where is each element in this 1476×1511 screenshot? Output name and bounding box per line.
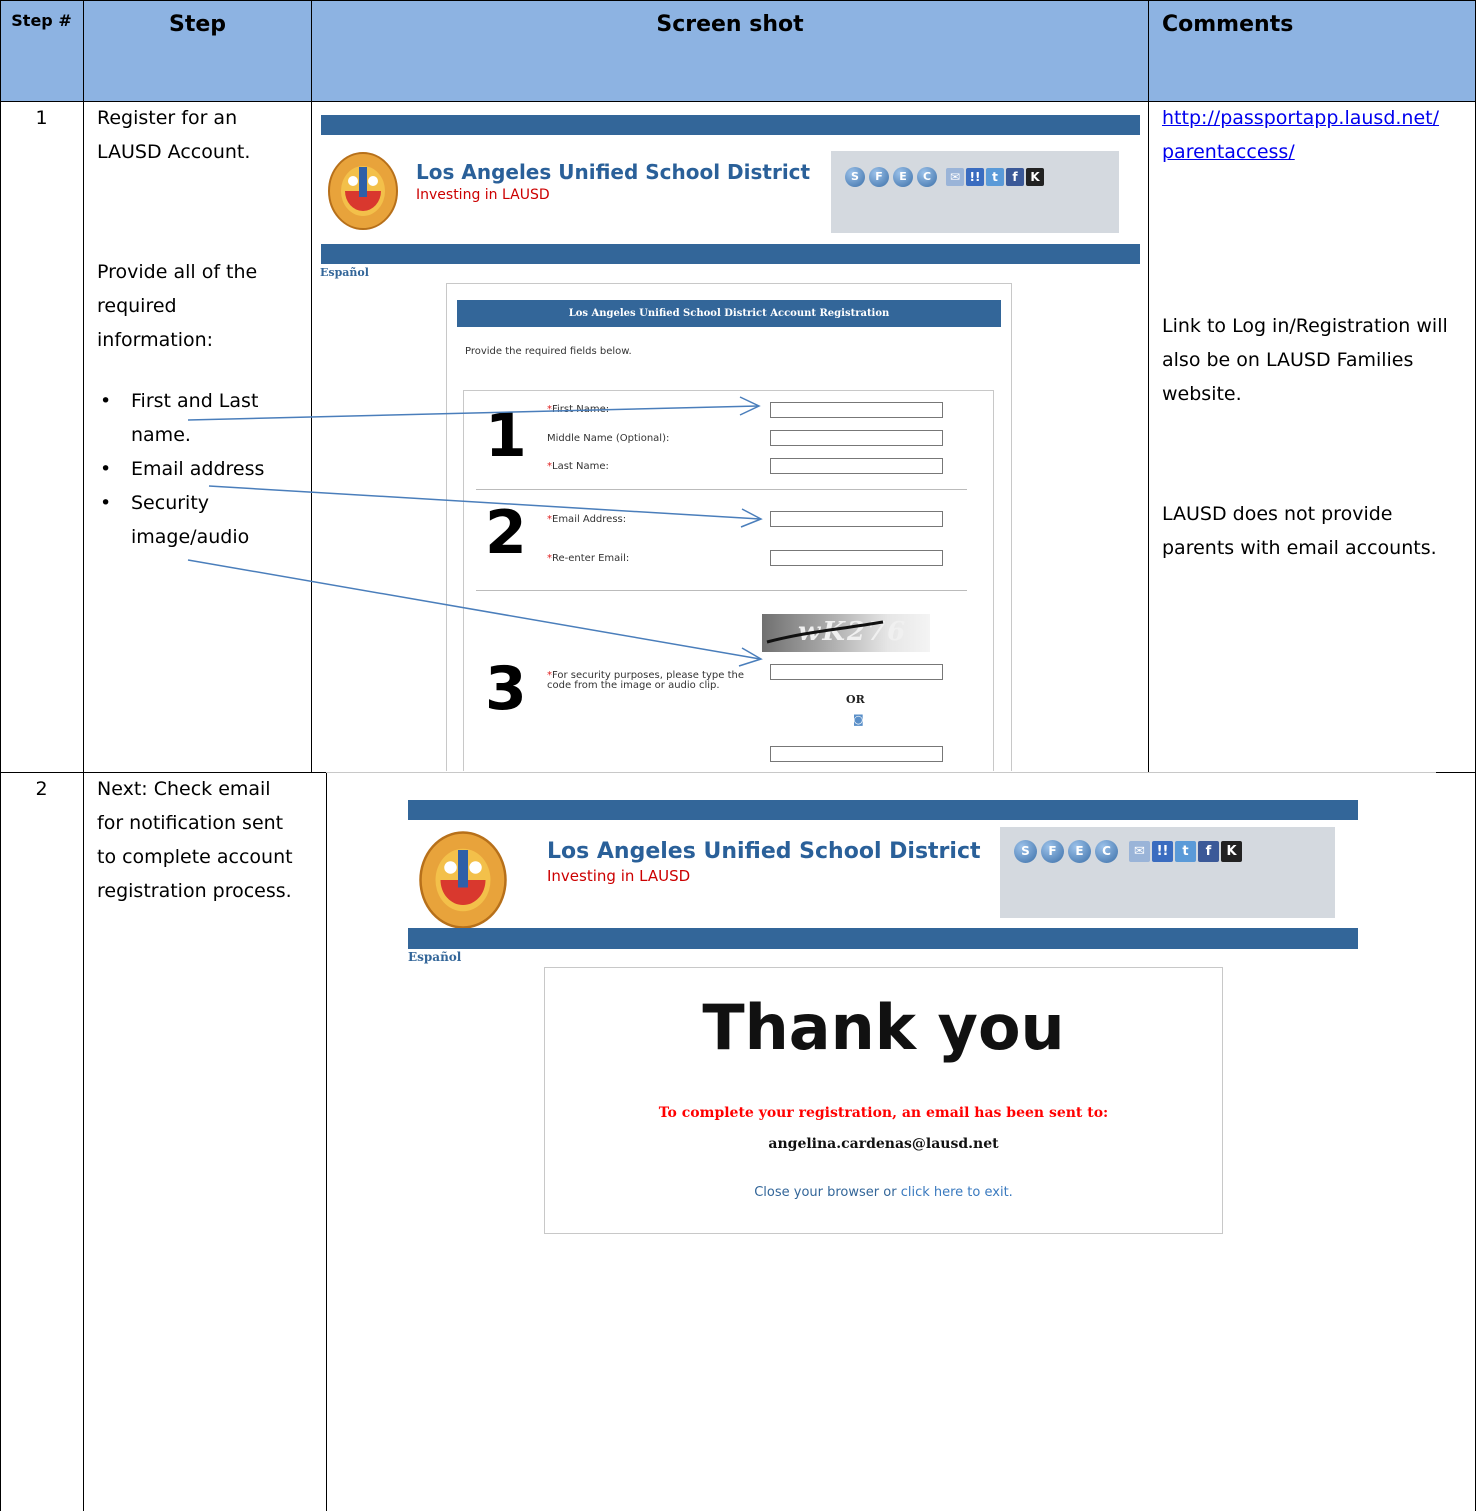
thank-you-heading: Thank you — [702, 991, 1065, 1064]
top-band — [408, 800, 1358, 820]
twitter-icon[interactable]: t — [1175, 841, 1196, 862]
k-icon[interactable]: K — [1221, 841, 1242, 862]
f-icon[interactable]: F — [1041, 840, 1064, 863]
mail-icon[interactable]: ✉ — [1129, 841, 1150, 862]
screenshot-top-edge — [326, 772, 1436, 773]
site-title: Los Angeles Unified School District — [547, 839, 981, 864]
registered-email: angelina.cardenas@lausd.net — [768, 1136, 999, 1152]
lausd-seal-icon — [419, 831, 507, 929]
close-instructions: Close your browser or click here to exit… — [754, 1185, 1013, 1200]
thank-you-screenshot: Los Angeles Unified School District Inve… — [328, 775, 1474, 1511]
s-icon[interactable]: S — [1014, 840, 1037, 863]
facebook-icon[interactable]: f — [1198, 841, 1219, 862]
espanol-link[interactable]: Español — [408, 950, 461, 964]
c-icon[interactable]: C — [1095, 840, 1118, 863]
site-subtitle: Investing in LAUSD — [547, 867, 691, 885]
instruction-table: Step # Step Screen shot Comments 1 Regis… — [0, 0, 1476, 1511]
myspace-icon[interactable]: !! — [1152, 841, 1173, 862]
step-number: 2 — [35, 778, 48, 800]
exit-link[interactable]: click here to exit. — [901, 1185, 1013, 1200]
e-icon[interactable]: E — [1068, 840, 1091, 863]
table-border — [326, 772, 327, 1511]
confirmation-message: To complete your registration, an email … — [658, 1105, 1109, 1121]
step-text: Next: Check email for notification sent … — [97, 778, 293, 902]
nav-band — [408, 928, 1358, 949]
annotation-arrows — [187, 396, 763, 667]
